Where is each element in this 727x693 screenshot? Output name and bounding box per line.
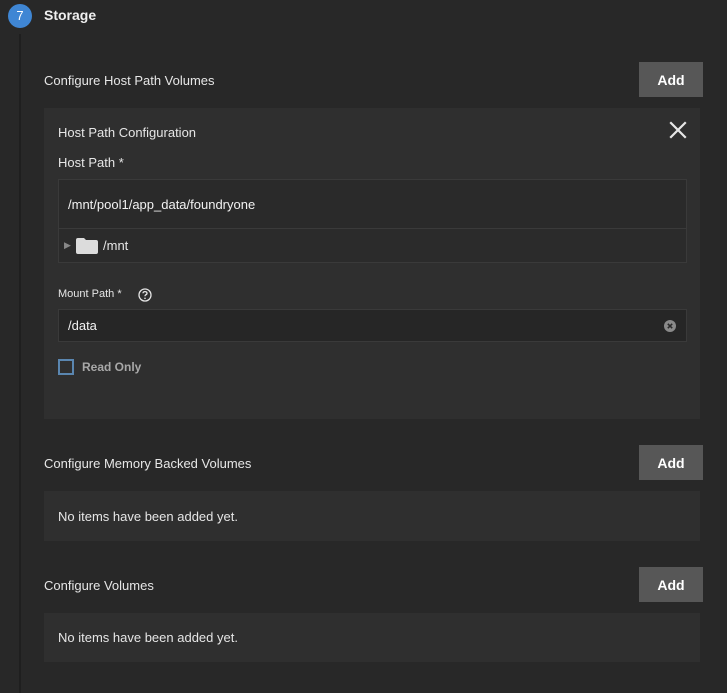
read-only-checkbox[interactable]	[58, 359, 74, 375]
mount-path-input[interactable]	[59, 310, 664, 341]
volumes-list: No items have been added yet.	[44, 613, 700, 662]
volumes-empty-text: No items have been added yet.	[58, 630, 238, 645]
help-icon[interactable]	[138, 288, 152, 302]
add-memory-backed-volume-button[interactable]: Add	[639, 445, 703, 480]
memory-backed-volumes-label: Configure Memory Backed Volumes	[44, 456, 252, 471]
step-title: Storage	[44, 7, 97, 23]
tree-item-label: /mnt	[103, 238, 129, 253]
step-number-badge: 7	[8, 4, 32, 28]
mount-path-field	[58, 309, 687, 342]
tree-item-mnt[interactable]: ▶ /mnt	[59, 229, 686, 262]
host-path-explorer: /mnt/pool1/app_data/foundryone ▶ /mnt	[58, 179, 687, 263]
read-only-checkbox-row[interactable]: Read Only	[58, 359, 141, 375]
memory-backed-empty-text: No items have been added yet.	[58, 509, 238, 524]
host-path-input[interactable]: /mnt/pool1/app_data/foundryone	[59, 180, 686, 229]
step-connector-line	[19, 34, 21, 693]
volumes-label: Configure Volumes	[44, 578, 154, 593]
read-only-label: Read Only	[82, 360, 142, 374]
host-path-configuration-card: Host Path Configuration Host Path * /mnt…	[44, 108, 700, 419]
folder-icon	[76, 237, 98, 254]
close-icon[interactable]	[668, 120, 688, 140]
host-path-configuration-title: Host Path Configuration	[58, 125, 197, 140]
expand-caret-icon[interactable]: ▶	[64, 240, 76, 251]
clear-icon[interactable]	[664, 319, 676, 332]
storage-step: 7 Storage Configure Host Path Volumes Ad…	[0, 0, 727, 693]
host-path-volumes-label: Configure Host Path Volumes	[44, 73, 215, 88]
add-host-path-volume-button[interactable]: Add	[639, 62, 703, 97]
add-volume-button[interactable]: Add	[639, 567, 703, 602]
host-path-label: Host Path *	[58, 155, 124, 170]
memory-backed-volumes-list: No items have been added yet.	[44, 491, 700, 541]
mount-path-label: Mount Path *	[58, 288, 122, 300]
